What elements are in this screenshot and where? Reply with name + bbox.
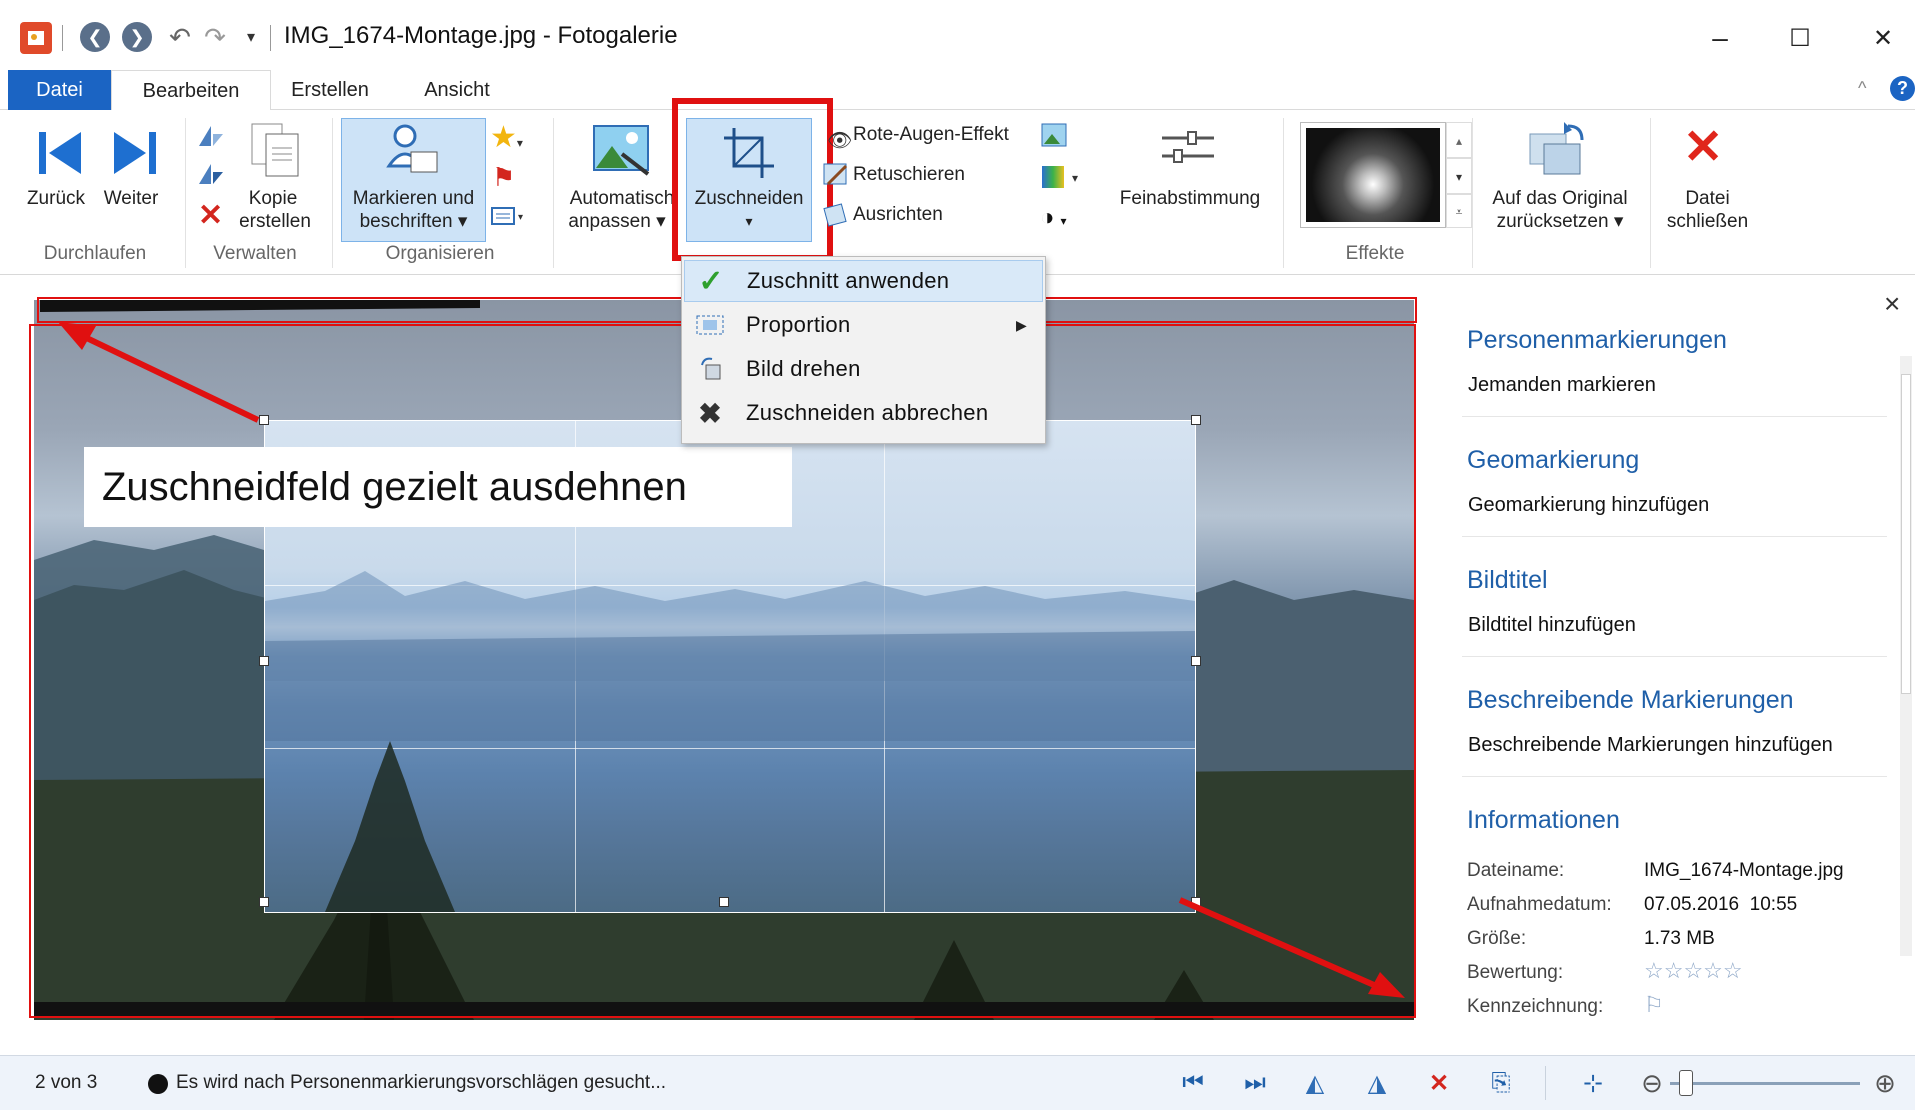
info-value-date: 07.05.2016 10:55 (1644, 894, 1798, 915)
next-image-icon[interactable]: ⏭ (1238, 1068, 1272, 1098)
info-key-date: Aufnahmedatum: (1467, 894, 1612, 915)
details-pane: × Personenmarkierungen Jemanden markiere… (1432, 276, 1915, 1051)
submenu-arrow-icon: ▶ (1016, 316, 1027, 333)
zoom-in-icon[interactable]: ⊕ (1868, 1068, 1902, 1098)
menu-item-rotate-frame[interactable]: Bild drehen (684, 348, 1043, 390)
zoom-slider-thumb[interactable] (1679, 1070, 1693, 1096)
status-message: Es wird nach Personenmarkierungsvorschlä… (176, 1072, 667, 1093)
zoom-out-icon[interactable]: ⊖ (1635, 1068, 1669, 1098)
menu-item-proportion[interactable]: Proportion ▶ (684, 304, 1043, 346)
rating-stars[interactable]: ☆☆☆☆☆ (1644, 958, 1743, 984)
flag-toggle-icon[interactable]: ⚐ (1644, 992, 1664, 1018)
descriptive-tags-heading: Beschreibende Markierungen (1467, 686, 1794, 714)
add-descriptive-tags-link[interactable]: Beschreibende Markierungen hinzufügen (1468, 734, 1833, 757)
divider (1462, 416, 1887, 417)
image-position: 2 von 3 (35, 1072, 98, 1093)
crop-dropdown-menu: ✓ Zuschnitt anwenden Proportion ▶ Bild d… (681, 256, 1046, 444)
annotation-callout: Zuschneidfeld gezielt ausdehnen (84, 447, 792, 527)
menu-item-label: Bild drehen (746, 356, 861, 381)
people-tags-heading: Personenmarkierungen (1467, 326, 1727, 354)
status-bar: 2 von 3 Es wird nach Personenmarkierungs… (0, 1055, 1915, 1110)
delete-status-icon[interactable]: ✕ (1422, 1068, 1456, 1098)
checkmark-icon: ✓ (698, 264, 724, 298)
information-heading: Informationen (1467, 806, 1620, 834)
cancel-x-icon: ✖ (698, 397, 722, 429)
first-image-icon[interactable]: ⏮ (1176, 1068, 1210, 1098)
zoom-slider[interactable] (1670, 1070, 1860, 1096)
menu-item-label: Proportion (746, 312, 851, 337)
info-key-rating: Bewertung: (1467, 962, 1564, 983)
info-value-size: 1.73 MB (1644, 928, 1715, 949)
info-key-flag: Kennzeichnung: (1467, 996, 1604, 1017)
divider (1462, 536, 1887, 537)
rotate-left-status-icon[interactable]: ◭ (1298, 1068, 1332, 1098)
rotate-frame-icon (694, 353, 726, 385)
menu-item-apply-crop[interactable]: ✓ Zuschnitt anwenden (684, 260, 1043, 302)
tag-someone-link[interactable]: Jemanden markieren (1468, 374, 1656, 397)
close-pane-button[interactable]: × (1884, 288, 1900, 320)
clock-icon (148, 1074, 168, 1094)
status-separator (1545, 1066, 1546, 1100)
aspect-ratio-icon (694, 309, 726, 341)
menu-item-label: Zuschnitt anwenden (747, 268, 950, 293)
pane-scrollbar[interactable] (1900, 356, 1912, 956)
caption-heading: Bildtitel (1467, 566, 1548, 594)
add-geotag-link[interactable]: Geomarkierung hinzufügen (1468, 494, 1709, 517)
add-caption-link[interactable]: Bildtitel hinzufügen (1468, 614, 1636, 637)
geotag-heading: Geomarkierung (1467, 446, 1640, 474)
info-key-size: Größe: (1467, 928, 1527, 949)
rotate-right-status-icon[interactable]: ◮ (1360, 1068, 1394, 1098)
photo-gallery-window: ❮ ❯ ↶ ↷ ▾ IMG_1674-Montage.jpg - Fotogal… (0, 0, 1915, 1110)
actual-size-icon[interactable]: ⊹ (1576, 1068, 1610, 1098)
divider (1462, 776, 1887, 777)
info-value-filename: IMG_1674-Montage.jpg (1644, 860, 1844, 881)
menu-item-cancel-crop[interactable]: ✖ Zuschneiden abbrechen (684, 392, 1043, 434)
info-key-filename: Dateiname: (1467, 860, 1565, 881)
slideshow-icon[interactable]: ⎘ (1484, 1068, 1518, 1098)
menu-item-label: Zuschneiden abbrechen (746, 400, 989, 425)
divider (1462, 656, 1887, 657)
